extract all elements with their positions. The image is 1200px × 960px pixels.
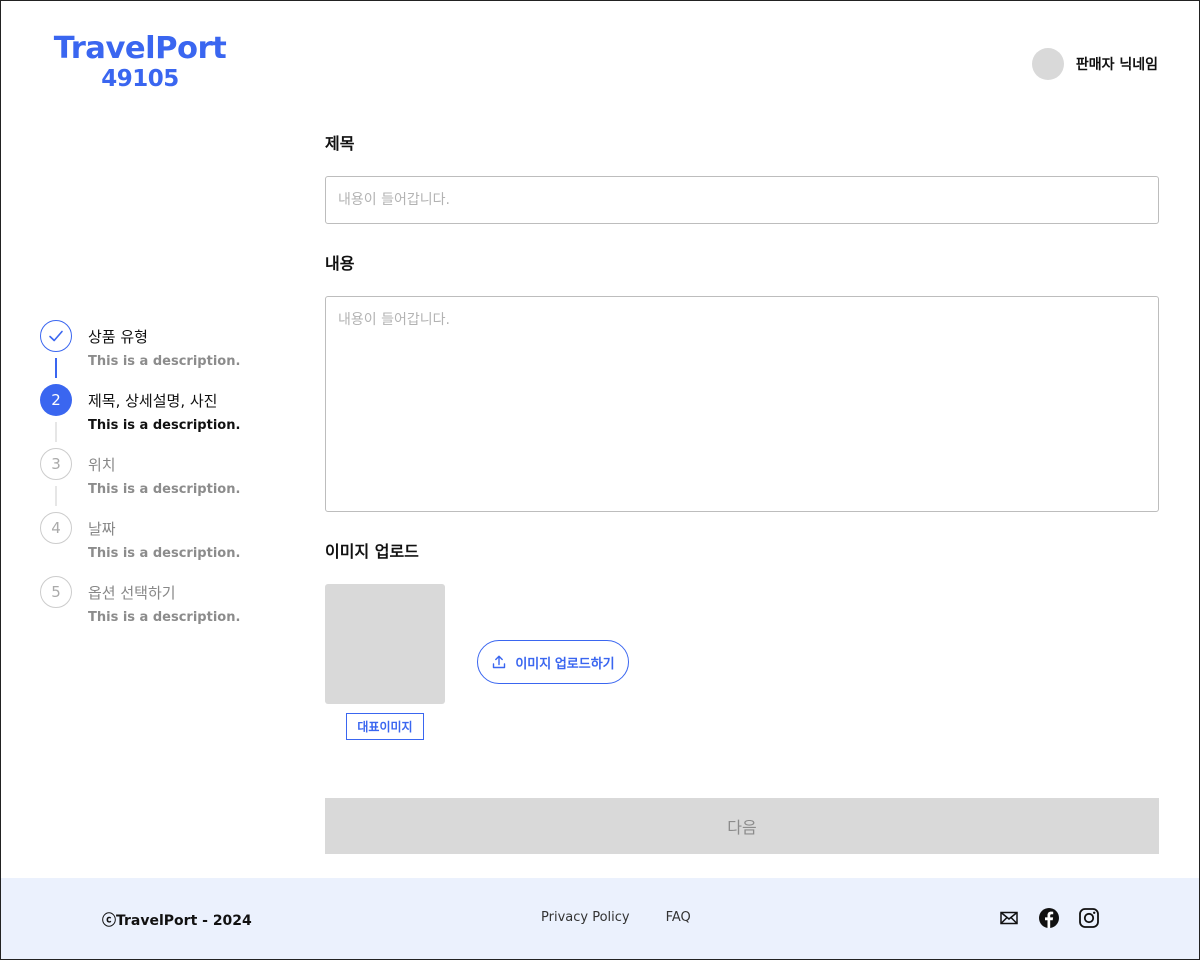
faq-link[interactable]: FAQ	[666, 910, 691, 925]
seller-profile[interactable]: 판매자 닉네임	[1031, 48, 1158, 80]
content-textarea[interactable]	[325, 296, 1159, 512]
step-2-title: 제목, 상세설명, 사진	[88, 392, 218, 410]
logo-title: TravelPort	[53, 31, 227, 66]
upload-image-button[interactable]: 이미지 업로드하기	[477, 640, 629, 684]
instagram-icon[interactable]	[1078, 907, 1100, 929]
privacy-policy-link[interactable]: Privacy Policy	[541, 910, 630, 925]
title-input[interactable]	[325, 176, 1159, 224]
step-3-description: This is a description.	[88, 482, 241, 497]
copyright: ⓒTravelPort - 2024	[102, 913, 252, 929]
next-button[interactable]: 다음	[325, 798, 1159, 854]
content-label: 내용	[325, 254, 355, 273]
representative-image-tag: 대표이미지	[346, 713, 424, 740]
facebook-icon[interactable]	[1038, 907, 1060, 929]
title-label: 제목	[325, 134, 355, 153]
footer-links: Privacy Policy FAQ	[541, 910, 691, 925]
step-5-title: 옵션 선택하기	[88, 584, 176, 602]
step-1-title: 상품 유형	[88, 328, 148, 346]
step-1[interactable]: 상품 유형 This is a description.	[40, 320, 280, 384]
stepper: 상품 유형 This is a description. 2 제목, 상세설명,…	[40, 320, 280, 640]
avatar[interactable]	[1031, 48, 1064, 80]
step-4-description: This is a description.	[88, 546, 241, 561]
step-5-circle: 5	[40, 576, 72, 608]
step-connector	[55, 486, 57, 506]
step-4-title: 날짜	[88, 520, 116, 538]
step-4-circle: 4	[40, 512, 72, 544]
product-form: 제목 내용 이미지 업로드 대표이미지 이미지 업로드하기	[325, 130, 1159, 754]
step-1-description: This is a description.	[88, 354, 241, 369]
step-5[interactable]: 5 옵션 선택하기 This is a description.	[40, 576, 280, 640]
step-connector	[55, 358, 57, 378]
mail-icon[interactable]	[998, 907, 1020, 929]
seller-name: 판매자 닉네임	[1075, 57, 1158, 73]
image-thumbnail[interactable]	[325, 584, 445, 704]
logo[interactable]: TravelPort 49105	[40, 34, 240, 91]
logo-subtitle: 49105	[101, 66, 179, 92]
upload-icon	[493, 655, 506, 669]
step-5-description: This is a description.	[88, 610, 241, 625]
step-connector	[55, 422, 57, 442]
step-2-circle: 2	[40, 384, 72, 416]
step-3-circle: 3	[40, 448, 72, 480]
image-upload-area: 대표이미지 이미지 업로드하기	[325, 584, 1159, 754]
step-3[interactable]: 3 위치 This is a description.	[40, 448, 280, 512]
step-2-description: This is a description.	[88, 418, 241, 433]
footer: ⓒTravelPort - 2024 Privacy Policy FAQ	[0, 878, 1200, 960]
step-2[interactable]: 2 제목, 상세설명, 사진 This is a description.	[40, 384, 280, 448]
image-upload-label: 이미지 업로드	[325, 542, 419, 561]
social-links	[998, 907, 1100, 929]
upload-image-label: 이미지 업로드하기	[515, 655, 615, 671]
step-1-circle	[40, 320, 72, 352]
step-3-title: 위치	[88, 456, 116, 474]
step-4[interactable]: 4 날짜 This is a description.	[40, 512, 280, 576]
check-icon	[49, 330, 63, 342]
